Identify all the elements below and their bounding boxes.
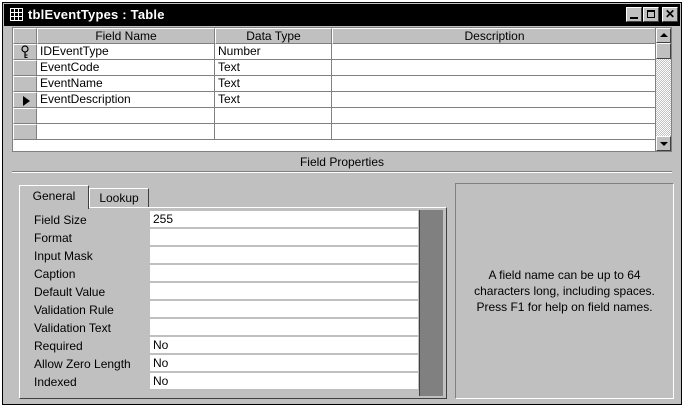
current-row-arrow-icon bbox=[23, 96, 30, 106]
property-value-field[interactable]: No bbox=[150, 355, 418, 372]
field-design-grid: Field Name Data Type Description IDEvent… bbox=[12, 27, 672, 152]
property-label: Caption bbox=[34, 267, 76, 281]
down-arrow-icon bbox=[660, 142, 668, 146]
data-type-cell[interactable]: Number bbox=[215, 44, 332, 60]
header-selector-corner[interactable] bbox=[13, 28, 37, 44]
data-type-cell[interactable] bbox=[215, 124, 332, 140]
description-cell[interactable] bbox=[332, 60, 657, 76]
title-bar[interactable]: tblEventTypes : Table ✕ bbox=[4, 4, 680, 26]
property-label: Validation Text bbox=[34, 321, 111, 335]
primary-key-icon bbox=[21, 45, 29, 58]
property-label: Field Size bbox=[34, 213, 87, 227]
property-value-field[interactable]: No bbox=[150, 337, 418, 354]
property-value-field[interactable]: No bbox=[150, 373, 418, 390]
field-name-cell[interactable]: EventCode bbox=[37, 60, 215, 76]
column-header-field-name[interactable]: Field Name bbox=[37, 28, 215, 44]
field-name-cell[interactable] bbox=[37, 108, 215, 124]
property-label: Indexed bbox=[34, 375, 77, 389]
property-value-field[interactable]: 255 bbox=[150, 211, 418, 228]
row-selector[interactable] bbox=[13, 92, 37, 108]
minimize-icon bbox=[630, 17, 638, 19]
data-type-cell[interactable]: Text bbox=[215, 60, 332, 76]
property-value-field[interactable] bbox=[150, 229, 418, 246]
property-label: Input Mask bbox=[34, 249, 93, 263]
tab-general[interactable]: General bbox=[19, 185, 89, 209]
grid-vertical-scrollbar[interactable] bbox=[655, 28, 671, 151]
table-design-window: tblEventTypes : Table ✕ Field Name Data … bbox=[2, 2, 682, 405]
property-label: Format bbox=[34, 231, 73, 245]
property-value-field[interactable] bbox=[150, 265, 418, 282]
row-selector[interactable] bbox=[13, 124, 37, 140]
help-text-box: A field name can be up to 64 characters … bbox=[455, 183, 674, 399]
property-label: Default Value bbox=[34, 285, 106, 299]
row-selector[interactable] bbox=[13, 108, 37, 124]
property-value-field[interactable] bbox=[150, 301, 418, 318]
property-label: Validation Rule bbox=[34, 303, 114, 317]
scroll-down-button[interactable] bbox=[656, 136, 671, 151]
tab-lookup[interactable]: Lookup bbox=[89, 188, 149, 208]
scroll-up-button[interactable] bbox=[656, 28, 671, 43]
property-label: Allow Zero Length bbox=[34, 357, 131, 371]
close-icon: ✕ bbox=[664, 7, 676, 21]
description-cell[interactable] bbox=[332, 76, 657, 92]
help-text: A field name can be up to 64 characters … bbox=[474, 268, 655, 314]
scroll-thumb[interactable] bbox=[656, 43, 671, 59]
window-title: tblEventTypes : Table bbox=[28, 7, 165, 22]
field-name-cell[interactable] bbox=[37, 124, 215, 140]
field-properties-label: Field Properties bbox=[299, 155, 385, 169]
data-type-cell[interactable] bbox=[215, 108, 332, 124]
up-arrow-icon bbox=[660, 33, 668, 37]
row-selector[interactable] bbox=[13, 60, 37, 76]
row-selector[interactable] bbox=[13, 76, 37, 92]
property-value-field[interactable] bbox=[150, 319, 418, 336]
data-type-cell[interactable]: Text bbox=[215, 92, 332, 108]
field-name-cell[interactable]: EventDescription bbox=[37, 92, 215, 108]
minimize-button[interactable] bbox=[626, 7, 642, 22]
field-name-cell[interactable]: IDEventType bbox=[37, 44, 215, 60]
close-button[interactable]: ✕ bbox=[662, 7, 678, 22]
row-selector[interactable] bbox=[13, 44, 37, 60]
property-label: Required bbox=[34, 339, 83, 353]
general-properties-panel: Field Size 255 Format Input Mask Caption… bbox=[19, 207, 447, 399]
property-value-field[interactable] bbox=[150, 247, 418, 264]
maximize-icon bbox=[647, 10, 655, 18]
description-cell[interactable] bbox=[332, 124, 657, 140]
maximize-button[interactable] bbox=[643, 7, 659, 22]
property-value-field[interactable] bbox=[150, 283, 418, 300]
field-name-cell[interactable]: EventName bbox=[37, 76, 215, 92]
column-header-data-type[interactable]: Data Type bbox=[215, 28, 332, 44]
description-cell[interactable] bbox=[332, 44, 657, 60]
description-cell[interactable] bbox=[332, 108, 657, 124]
datasheet-table-icon bbox=[10, 8, 23, 21]
column-header-description[interactable]: Description bbox=[332, 28, 657, 44]
description-cell[interactable] bbox=[332, 92, 657, 108]
divider bbox=[12, 171, 672, 173]
properties-scroll-area[interactable] bbox=[419, 210, 443, 396]
data-type-cell[interactable]: Text bbox=[215, 76, 332, 92]
